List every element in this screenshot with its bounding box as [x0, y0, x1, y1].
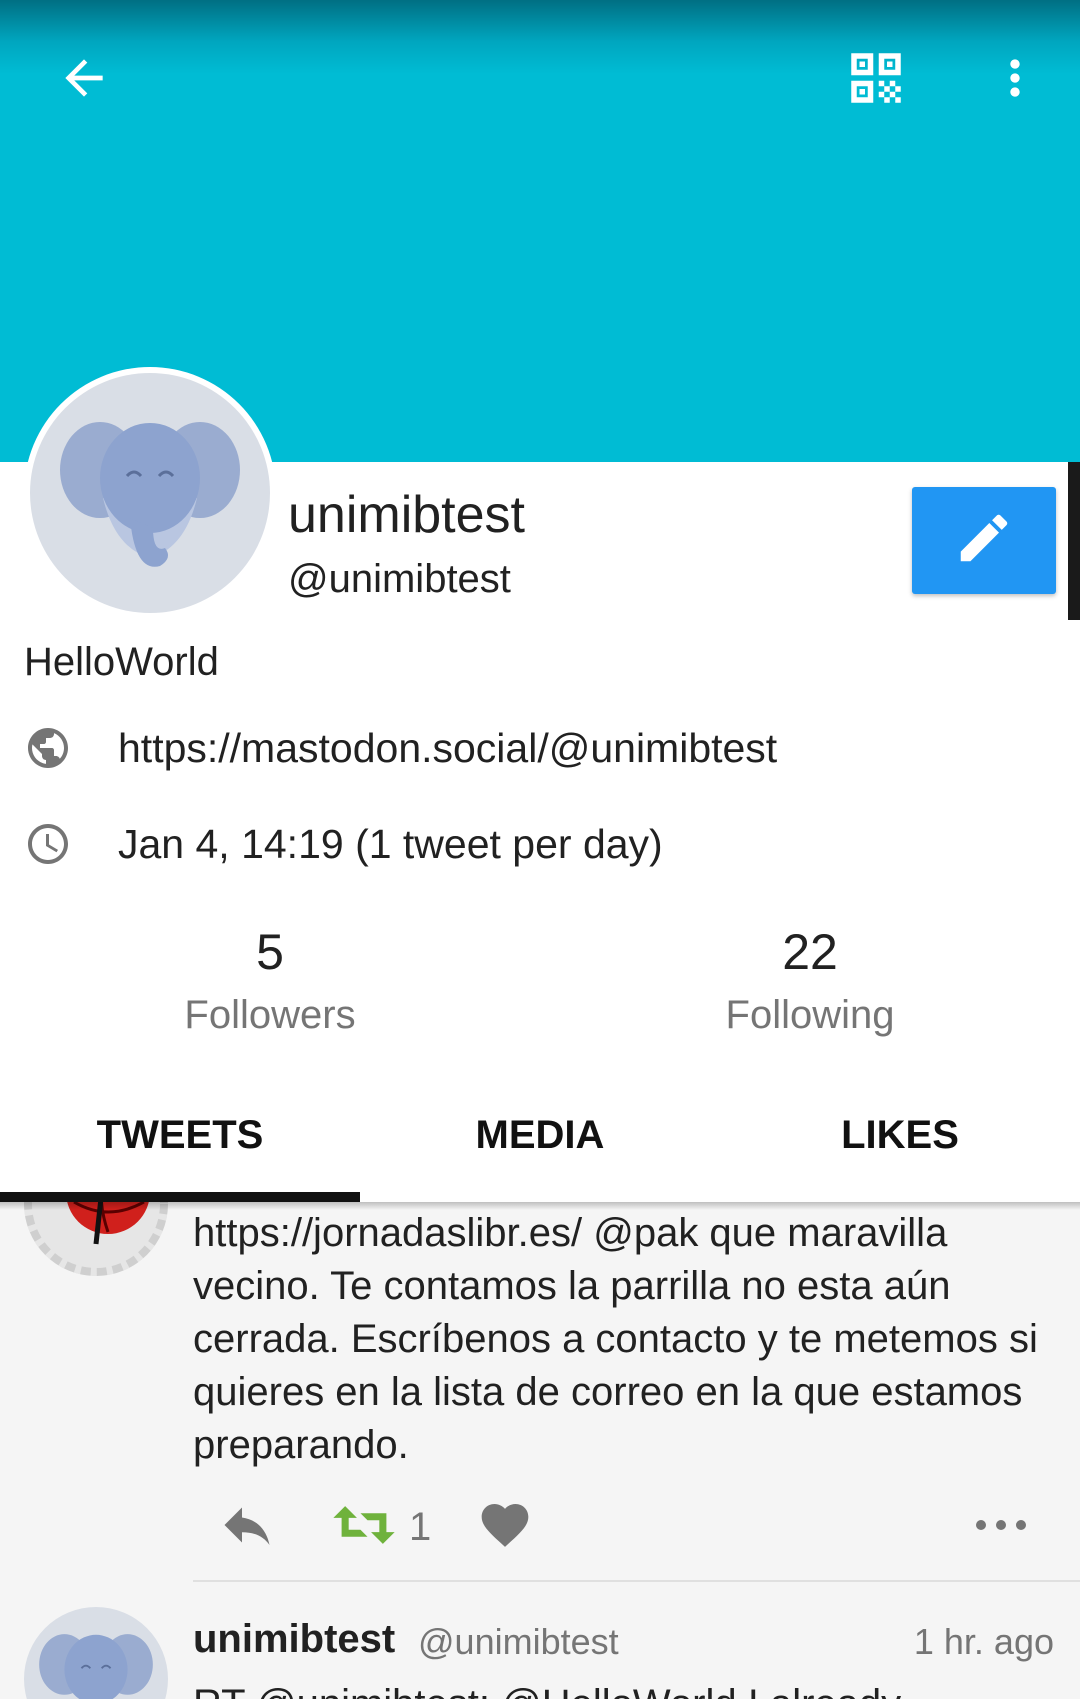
- more-vert-icon: [987, 50, 1043, 111]
- scrollbar[interactable]: [1068, 462, 1080, 620]
- following-count: 22: [782, 924, 838, 980]
- repeat-icon: [331, 1500, 397, 1555]
- followers-count: 5: [256, 924, 284, 980]
- qr-code-icon: [843, 45, 909, 116]
- tab-media[interactable]: MEDIA: [360, 1085, 720, 1202]
- post-content: https://jornadaslibr.es/ @pak que maravi…: [193, 1211, 1038, 1467]
- following-stat[interactable]: 22 Following: [660, 923, 960, 1038]
- post-avatar[interactable]: [24, 1202, 168, 1276]
- qr-code-button[interactable]: [830, 36, 922, 124]
- profile-tabs: TWEETS MEDIA LIKES: [0, 1085, 1080, 1202]
- heart-icon: [475, 1497, 535, 1558]
- elephant-avatar-icon: [60, 422, 240, 567]
- followers-label: Followers: [184, 993, 356, 1037]
- profile-avatar[interactable]: [24, 367, 276, 619]
- tab-likes[interactable]: LIKES: [720, 1085, 1080, 1202]
- edit-profile-button[interactable]: [912, 487, 1056, 594]
- red-globe-avatar-icon: [24, 1202, 168, 1276]
- post-timestamp: 1 hr. ago: [913, 1621, 1054, 1662]
- profile-joined-row: Jan 4, 14:19 (1 tweet per day): [24, 820, 663, 868]
- post-avatar[interactable]: [24, 1607, 168, 1699]
- post-divider: [193, 1580, 1080, 1582]
- profile-joined-text: Jan 4, 14:19 (1 tweet per day): [118, 820, 663, 867]
- arrow-left-icon: [56, 50, 112, 111]
- globe-icon: [24, 724, 72, 772]
- more-horiz-icon: [973, 1513, 1029, 1542]
- more-options-button[interactable]: [975, 40, 1055, 120]
- elephant-avatar-icon: [39, 1634, 153, 1699]
- post-author-name: unimibtest: [193, 1617, 396, 1661]
- profile-url-link[interactable]: https://mastodon.social/@unimibtest: [118, 725, 777, 772]
- profile-handle: @unimibtest: [288, 557, 511, 601]
- post-content: RT @unimibtest: @HelloWorld I already: [193, 1682, 901, 1699]
- followers-stat[interactable]: 5 Followers: [120, 923, 420, 1038]
- favourite-button[interactable]: [475, 1492, 535, 1562]
- display-name: unimibtest: [288, 486, 525, 544]
- post-more-button[interactable]: [973, 1492, 1029, 1562]
- post-actions: 1: [193, 1492, 1053, 1562]
- boost-button[interactable]: 1: [331, 1492, 431, 1562]
- tab-indicator: [0, 1192, 360, 1202]
- pencil-icon: [953, 507, 1015, 574]
- timeline[interactable]: https://jornadaslibr.es/ @pak que maravi…: [0, 1202, 1080, 1699]
- back-button[interactable]: [40, 40, 128, 120]
- clock-icon: [24, 820, 72, 868]
- boost-count: 1: [409, 1504, 432, 1549]
- following-label: Following: [725, 993, 895, 1037]
- reply-icon: [213, 1495, 281, 1560]
- reply-button[interactable]: [213, 1492, 281, 1562]
- tab-tweets[interactable]: TWEETS: [0, 1085, 360, 1202]
- profile-url-row: https://mastodon.social/@unimibtest: [24, 724, 777, 772]
- post-author-handle: @unimibtest: [418, 1621, 619, 1662]
- profile-bio: HelloWorld: [24, 640, 219, 684]
